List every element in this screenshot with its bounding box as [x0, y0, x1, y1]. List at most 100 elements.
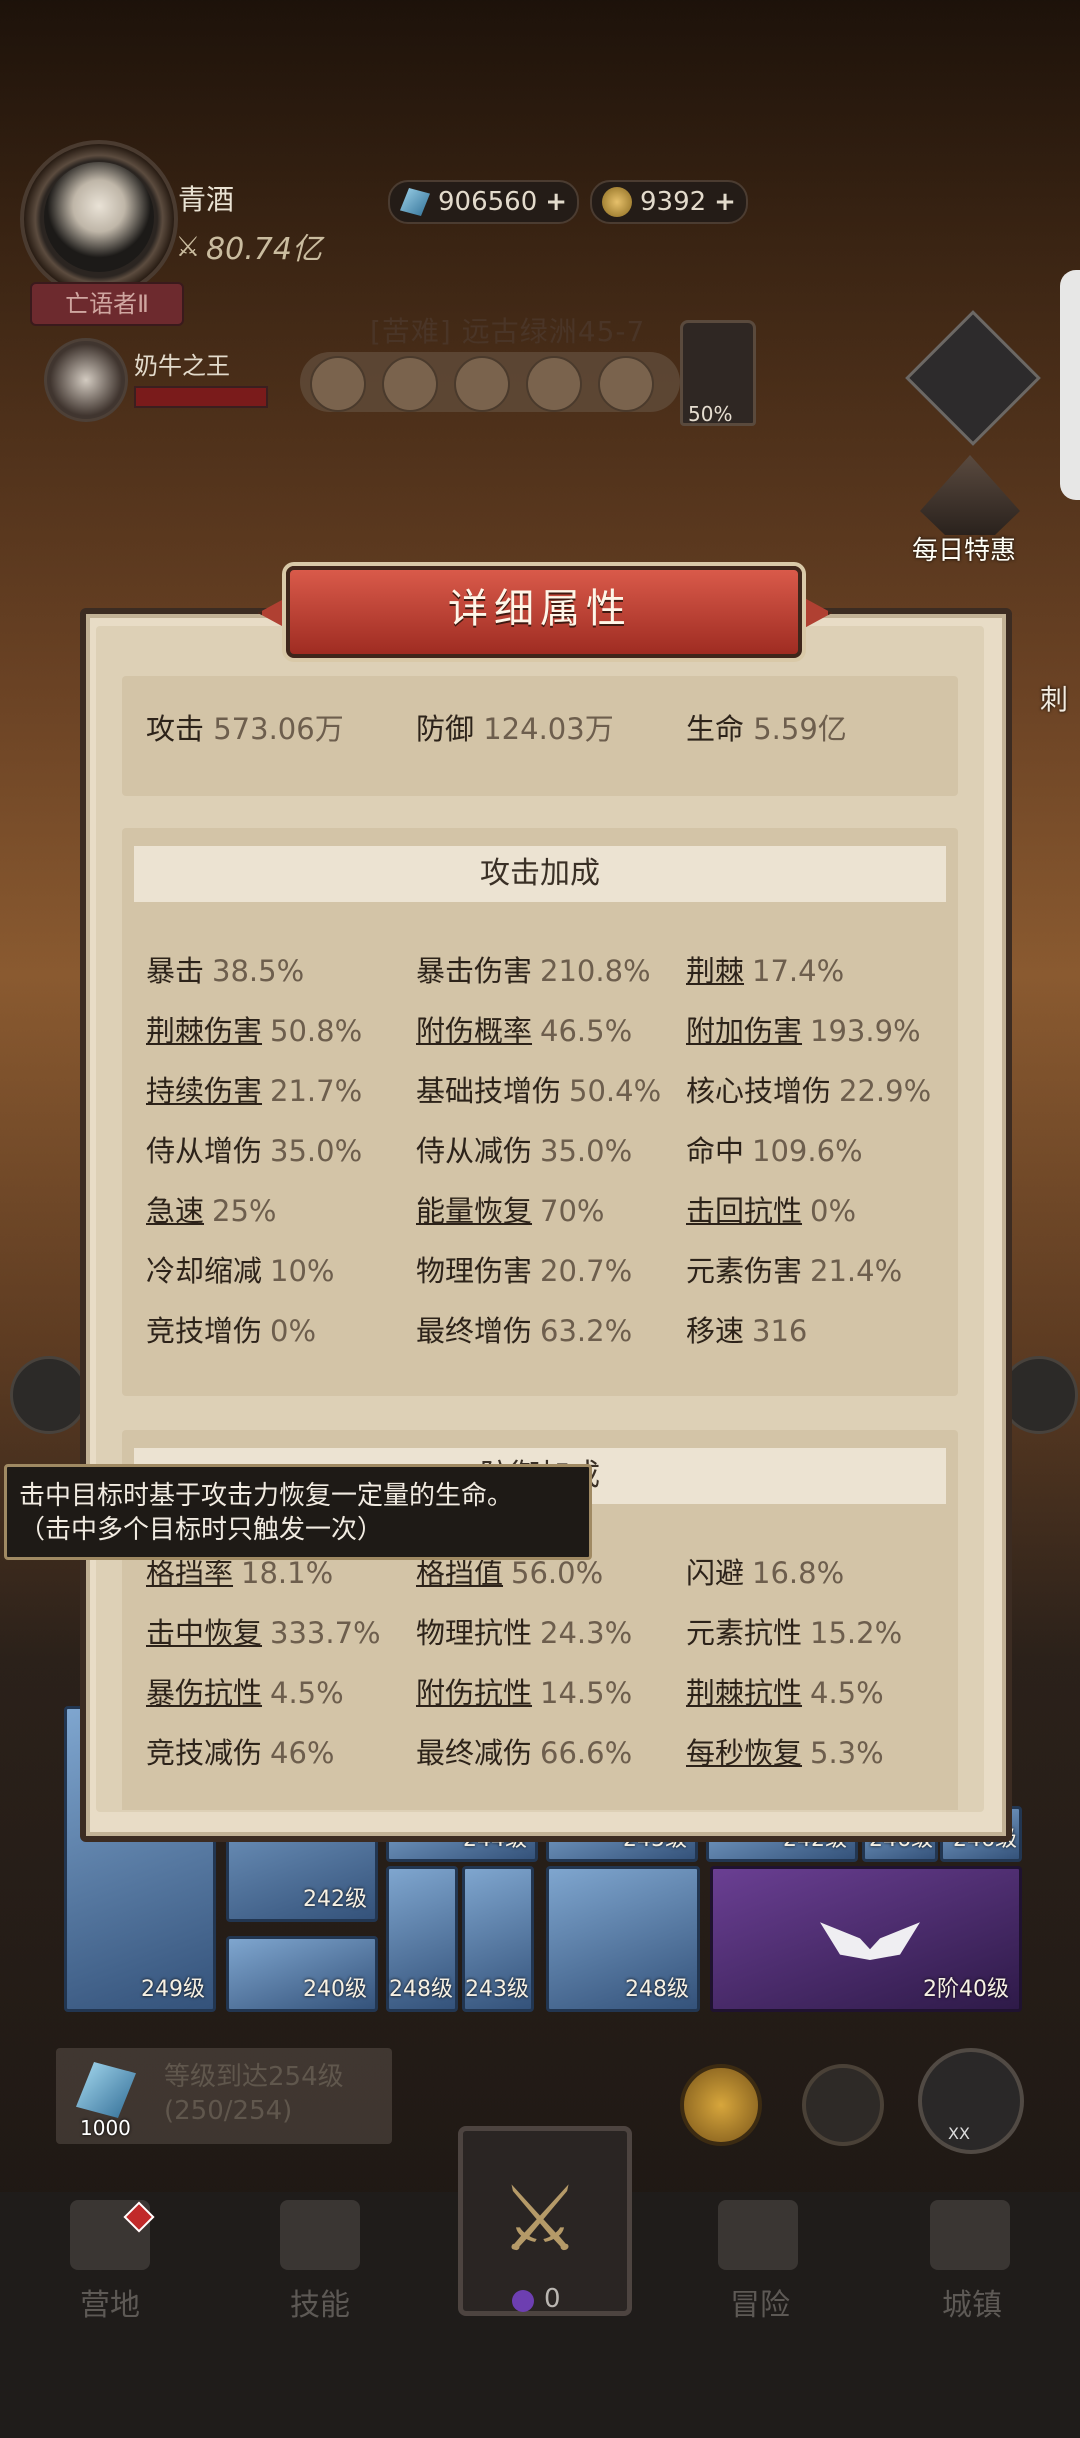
stat-dot-damage[interactable]: 持续伤害 21.7%: [146, 1068, 362, 1110]
stat-final-reduction: 最终减伤 66.6%: [416, 1736, 633, 1770]
scroll-fade: [122, 1776, 958, 1810]
nav-camp[interactable]: 营地: [40, 2280, 180, 2324]
power-value: 80.74亿: [206, 232, 322, 267]
stat-dodge: 闪避 16.8%: [686, 1556, 845, 1590]
player-avatar[interactable]: [44, 162, 154, 272]
daily-offer-label[interactable]: 每日特惠: [912, 530, 1016, 567]
stat-servant-damage: 侍从增伤 35.0%: [146, 1134, 363, 1168]
stat-pvp-reduction: 竞技减伤 46%: [146, 1736, 335, 1770]
nav-adventure[interactable]: 冒险: [690, 2280, 830, 2324]
tooltip-line: （击中多个目标时只触发一次）: [19, 1515, 384, 1545]
stat-extra-damage[interactable]: 附加伤害 193.9%: [686, 1008, 921, 1050]
pet-name: 奶牛之王: [134, 352, 230, 380]
stage-node-icon: [310, 356, 366, 412]
equip-level: 248级: [389, 1977, 453, 2002]
equip-level: 240级: [303, 1977, 367, 2002]
stat-extra-damage-resist[interactable]: 附伤抗性 14.5%: [416, 1670, 632, 1712]
stage-node-icon: [526, 356, 582, 412]
stage-node-icon: [382, 356, 438, 412]
stat-haste[interactable]: 急速 25%: [146, 1188, 276, 1230]
stat-elemental-damage: 元素伤害 21.4%: [686, 1254, 903, 1288]
core-stat-health: 生命 5.59亿: [686, 712, 847, 746]
wings-level: 2阶40级: [923, 1977, 1009, 2002]
side-peek-label: 刺: [1040, 683, 1069, 716]
stat-tooltip: 击中目标时基于攻击力恢复一定量的生命。 （击中多个目标时只触发一次）: [4, 1464, 592, 1560]
level-goal-text: 等级到达254级 (250/254): [164, 2060, 344, 2128]
stat-final-damage: 最终增伤 63.2%: [416, 1314, 633, 1348]
nav-town[interactable]: 城镇: [902, 2280, 1042, 2324]
stage-boss-skull-icon: [598, 356, 654, 412]
energy-icon: [512, 2290, 534, 2312]
stat-thorns-resist[interactable]: 荆棘抗性 4.5%: [686, 1670, 884, 1712]
stat-physical-damage: 物理伤害 20.7%: [416, 1254, 633, 1288]
equip-slot-gloves[interactable]: 248级: [546, 1866, 700, 2012]
energy-count: 0: [544, 2284, 561, 2314]
stat-move-speed: 移速 316: [686, 1314, 808, 1348]
equip-slot-boots[interactable]: 243级: [462, 1866, 534, 2012]
stat-core-skill-bonus: 核心技增伤 22.9%: [686, 1074, 932, 1108]
map-icon[interactable]: [718, 2200, 798, 2270]
equip-level: 243级: [465, 1977, 529, 2002]
stat-knockback-resist[interactable]: 击回抗性 0%: [686, 1188, 856, 1230]
gem-reward-count: 1000: [80, 2116, 131, 2140]
equip-level: 242级: [303, 1887, 367, 1912]
pet-health-bar: [134, 386, 268, 408]
crossed-swords-icon: ⚔: [178, 229, 199, 263]
stat-crit-damage: 暴击伤害 210.8%: [416, 954, 651, 988]
equip-slot-belt[interactable]: 240级: [226, 1936, 378, 2012]
equip-slot-pants[interactable]: 248级: [386, 1866, 458, 2012]
stat-basic-skill-bonus: 基础技增伤 50.4%: [416, 1074, 662, 1108]
gem-currency[interactable]: 906560 +: [388, 180, 580, 224]
stat-extra-hit-chance[interactable]: 附伤概率 46.5%: [416, 1008, 632, 1050]
stat-thorns[interactable]: 荆棘 17.4%: [686, 948, 844, 990]
stat-energy-regen[interactable]: 能量恢复 70%: [416, 1188, 604, 1230]
stat-hit: 命中 109.6%: [686, 1134, 863, 1168]
pet-avatar[interactable]: [44, 338, 128, 422]
crown-button[interactable]: [802, 2064, 884, 2146]
core-stat-defense: 防御 124.03万: [416, 712, 614, 746]
stat-on-hit-heal[interactable]: 击中恢复 333.7%: [146, 1610, 381, 1652]
refresh-button[interactable]: [680, 2064, 762, 2146]
chat-button[interactable]: [10, 1356, 88, 1434]
add-coins-icon[interactable]: +: [714, 187, 736, 217]
stat-elemental-resist: 元素抗性 15.2%: [686, 1616, 903, 1650]
crossed-swords-icon: ⚔: [499, 2167, 581, 2272]
castle-progress: 50%: [688, 402, 733, 426]
gem-amount: 906560: [438, 187, 538, 217]
stat-regen-per-second[interactable]: 每秒恢复 5.3%: [686, 1730, 884, 1772]
stat-physical-resist: 物理抗性 24.3%: [416, 1616, 633, 1650]
coin-icon: [602, 187, 632, 217]
attack-bonus-title: 攻击加成: [134, 846, 946, 902]
scales-icon[interactable]: [920, 455, 1020, 535]
xx-label: XX: [948, 2124, 970, 2143]
level-goal-progress: (250/254): [164, 2096, 293, 2126]
nav-skills[interactable]: 技能: [250, 2280, 390, 2324]
coin-amount: 9392: [640, 187, 707, 217]
stat-cooldown-reduction: 冷却缩减 10%: [146, 1254, 335, 1288]
equip-level: 249级: [141, 1977, 205, 2002]
panel-title: 详细属性: [448, 586, 632, 632]
equip-level: 248级: [625, 1977, 689, 2002]
wings-slot[interactable]: 2阶40级: [710, 1866, 1022, 2012]
helmet-xx-button[interactable]: [918, 2048, 1024, 2154]
compass-menu-button[interactable]: [905, 310, 1041, 446]
rank-badge: 亡语者Ⅱ: [30, 282, 184, 326]
stat-pvp-damage: 竞技增伤 0%: [146, 1314, 317, 1348]
skill-scroll-icon[interactable]: [280, 2200, 360, 2270]
tooltip-line: 击中目标时基于攻击力恢复一定量的生命。: [19, 1481, 514, 1511]
stat-crit: 暴击 38.5%: [146, 954, 305, 988]
level-goal-label: 等级到达254级: [164, 2062, 344, 2092]
castle-icon[interactable]: [930, 2200, 1010, 2270]
player-name: 青酒: [178, 183, 235, 216]
gem-icon: [400, 188, 430, 216]
stat-crit-damage-resist[interactable]: 暴伤抗性 4.5%: [146, 1670, 344, 1712]
edge-pull-tab[interactable]: [1060, 270, 1080, 500]
stat-servant-reduction: 侍从减伤 35.0%: [416, 1134, 633, 1168]
stage-node-icon: [454, 356, 510, 412]
stat-thorns-damage[interactable]: 荆棘伤害 50.8%: [146, 1008, 362, 1050]
core-stat-attack: 攻击 573.06万: [146, 712, 344, 746]
coin-currency[interactable]: 9392 +: [590, 180, 748, 224]
add-gems-icon[interactable]: +: [545, 187, 567, 217]
stage-title: [苦难] 远古绿洲45-7: [370, 315, 646, 348]
power-display: ⚔ 80.74亿: [178, 224, 322, 268]
